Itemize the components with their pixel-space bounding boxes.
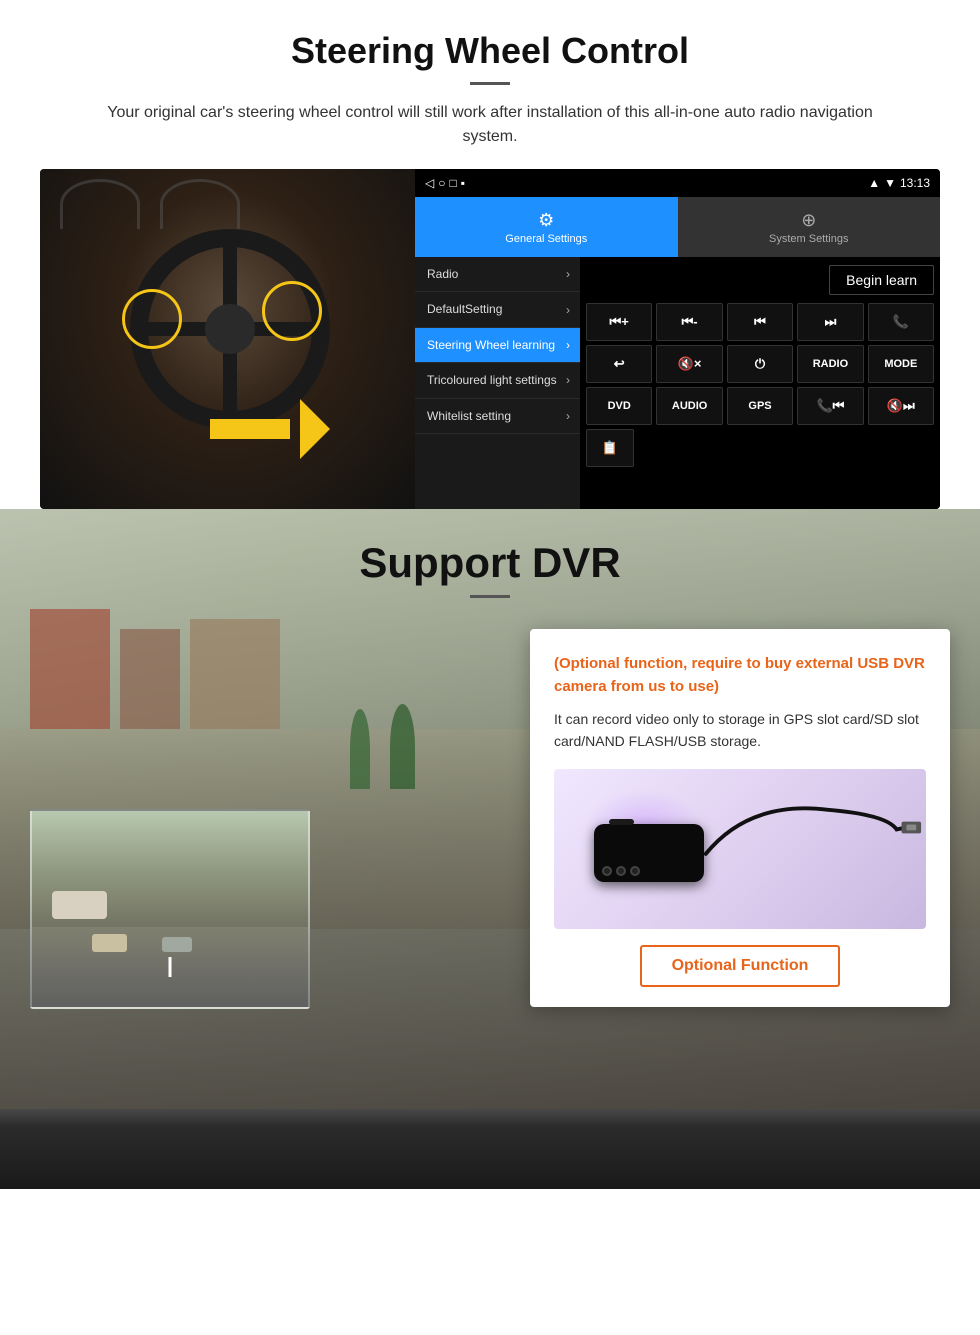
title-divider <box>470 82 510 85</box>
tab-general-settings[interactable]: ⚙ General Settings <box>415 197 678 257</box>
ctrl-vol-down[interactable]: ⏮- <box>656 303 722 341</box>
menu-item-steering[interactable]: Steering Wheel learning › <box>415 328 580 363</box>
dvr-inset-photo <box>30 809 310 1009</box>
ctrl-power[interactable]: ⏻ <box>727 345 793 383</box>
ctrl-row-2: ↩ 🔇× ⏻ RADIO MODE <box>586 345 934 383</box>
steering-section: Steering Wheel Control Your original car… <box>0 0 980 509</box>
ctrl-phone[interactable]: 📞 <box>868 303 934 341</box>
chevron-icon: › <box>566 373 570 387</box>
tab-general-label: General Settings <box>505 233 587 245</box>
optional-function-button[interactable]: Optional Function <box>640 945 841 987</box>
dvr-camera-illustration <box>554 769 926 929</box>
ctrl-prev[interactable]: ⏮ <box>727 303 793 341</box>
menu-item-default-label: DefaultSetting <box>427 302 502 316</box>
ctrl-audio[interactable]: AUDIO <box>656 387 722 425</box>
ctrl-extra[interactable]: 📋 <box>586 429 634 467</box>
android-tab-bar: ⚙ General Settings ⊕ System Settings <box>415 197 940 257</box>
chevron-icon: › <box>566 303 570 317</box>
menu-controls-area: Radio › DefaultSetting › Steering Wheel … <box>415 257 940 509</box>
highlight-circle-right <box>262 281 322 341</box>
dvr-desc-text: It can record video only to storage in G… <box>554 708 926 753</box>
ctrl-next[interactable]: ⏭ <box>797 303 863 341</box>
menu-item-whitelist[interactable]: Whitelist setting › <box>415 399 580 434</box>
dvr-title-divider <box>470 595 510 598</box>
ctrl-mute-next[interactable]: 🔇⏭ <box>868 387 934 425</box>
road-center-line <box>169 957 172 977</box>
dvr-optional-text: (Optional function, require to buy exter… <box>554 653 926 698</box>
steering-photo-bg <box>40 169 415 509</box>
dvr-background: Support DVR (Optional function, require … <box>0 509 980 1189</box>
tab-system-settings[interactable]: ⊕ System Settings <box>678 197 941 257</box>
chevron-icon: › <box>566 267 570 281</box>
ctrl-mode[interactable]: MODE <box>868 345 934 383</box>
general-settings-icon: ⚙ <box>538 210 554 231</box>
menu-item-radio[interactable]: Radio › <box>415 257 580 292</box>
system-settings-icon: ⊕ <box>801 210 816 231</box>
arrow-indicator <box>210 399 330 459</box>
ctrl-mute[interactable]: 🔇× <box>656 345 722 383</box>
dvr-section-title: Support DVR <box>0 539 980 587</box>
ctrl-vol-up[interactable]: ⏮+ <box>586 303 652 341</box>
menu-item-steering-label: Steering Wheel learning <box>427 338 555 352</box>
nav-home-icon: ○ <box>438 176 445 190</box>
ctrl-back[interactable]: ↩ <box>586 345 652 383</box>
nav-menu-icon: ▪ <box>461 176 465 190</box>
android-statusbar: ◁ ○ □ ▪ ▲ ▼ 13:13 <box>415 169 940 197</box>
controls-area: Begin learn ⏮+ ⏮- ⏮ ⏭ 📞 ↩ 🔇× ⏻ <box>580 257 940 509</box>
ctrl-dvd[interactable]: DVD <box>586 387 652 425</box>
tab-system-label: System Settings <box>769 233 848 245</box>
nav-back-icon: ◁ <box>425 176 434 190</box>
ctrl-row-1: ⏮+ ⏮- ⏮ ⏭ 📞 <box>586 303 934 341</box>
steering-photo <box>40 169 415 509</box>
begin-learn-row: Begin learn <box>586 263 934 299</box>
android-ui-panel: ◁ ○ □ ▪ ▲ ▼ 13:13 ⚙ General Settings ⊕ S… <box>415 169 940 509</box>
chevron-icon: › <box>566 409 570 423</box>
dvr-section: Support DVR (Optional function, require … <box>0 509 980 1189</box>
status-time: 13:13 <box>900 176 930 190</box>
ctrl-row-3: DVD AUDIO GPS 📞⏮ 🔇⏭ <box>586 387 934 425</box>
page-title: Steering Wheel Control <box>40 30 940 72</box>
menu-list: Radio › DefaultSetting › Steering Wheel … <box>415 257 580 509</box>
ctrl-radio[interactable]: RADIO <box>797 345 863 383</box>
menu-item-whitelist-label: Whitelist setting <box>427 409 511 423</box>
menu-item-radio-label: Radio <box>427 267 458 281</box>
dashboard-bar <box>0 1109 980 1189</box>
dvr-title-area: Support DVR <box>0 509 980 608</box>
nav-recent-icon: □ <box>449 176 456 190</box>
menu-item-tricoloured-label: Tricoloured light settings <box>427 373 557 387</box>
ctrl-phone-prev[interactable]: 📞⏮ <box>797 387 863 425</box>
status-wifi: ▼ <box>884 176 896 190</box>
ctrl-gps[interactable]: GPS <box>727 387 793 425</box>
dvr-info-card: (Optional function, require to buy exter… <box>530 629 950 1007</box>
begin-learn-button[interactable]: Begin learn <box>829 265 934 295</box>
menu-item-tricoloured[interactable]: Tricoloured light settings › <box>415 363 580 398</box>
highlight-circle-left <box>122 289 182 349</box>
status-signal: ▲ <box>868 176 880 190</box>
chevron-icon: › <box>566 338 570 352</box>
steering-composite: ◁ ○ □ ▪ ▲ ▼ 13:13 ⚙ General Settings ⊕ S… <box>40 169 940 509</box>
ctrl-row-4: 📋 <box>586 429 934 467</box>
menu-item-default[interactable]: DefaultSetting › <box>415 292 580 327</box>
section-subtitle: Your original car's steering wheel contr… <box>80 101 900 149</box>
